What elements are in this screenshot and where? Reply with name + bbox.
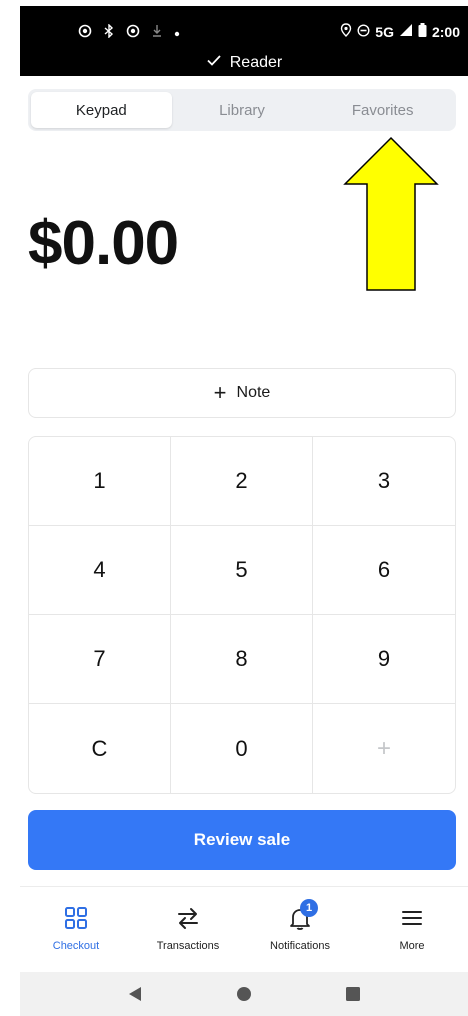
status-icons-left (78, 23, 180, 41)
status-icons-right: 5G 2:00 (340, 23, 460, 40)
bottom-nav: Checkout Transactions 1 Notifications Mo… (20, 886, 468, 970)
key-1[interactable]: 1 (29, 437, 171, 526)
nav-transactions[interactable]: Transactions (132, 887, 244, 970)
clock: 2:00 (431, 23, 460, 40)
add-note-button[interactable]: + Note (28, 368, 456, 418)
download-icon (152, 24, 162, 41)
hamburger-menu-icon (402, 911, 422, 925)
status-bar: 5G 2:00 Reader (20, 6, 468, 76)
notification-badge: 1 (300, 899, 318, 917)
battery-icon (418, 23, 427, 40)
nav-notifications-label: Notifications (270, 940, 330, 952)
key-2[interactable]: 2 (171, 437, 313, 526)
reader-label: Reader (229, 53, 283, 71)
annotation-arrow-icon (343, 136, 439, 291)
reader-status[interactable]: Reader (20, 52, 468, 73)
checkout-tabs: Keypad Library Favorites (28, 89, 456, 131)
key-add[interactable]: + (313, 704, 455, 793)
key-5[interactable]: 5 (171, 526, 313, 615)
tab-keypad[interactable]: Keypad (31, 92, 172, 128)
key-0[interactable]: 0 (171, 704, 313, 793)
system-nav-bar (20, 972, 468, 1016)
key-3[interactable]: 3 (313, 437, 455, 526)
tab-favorites[interactable]: Favorites (312, 92, 453, 128)
tab-library[interactable]: Library (172, 92, 313, 128)
keypad: 1 2 3 4 5 6 7 8 9 C 0 + (28, 436, 456, 794)
key-8[interactable]: 8 (171, 615, 313, 704)
sale-amount: $0.00 (28, 209, 179, 278)
nav-more-label: More (399, 940, 425, 952)
plus-icon: + (213, 380, 227, 405)
key-4[interactable]: 4 (29, 526, 171, 615)
recents-icon[interactable] (345, 986, 361, 1002)
key-6[interactable]: 6 (313, 526, 455, 615)
bluetooth-icon (104, 23, 114, 41)
key-7[interactable]: 7 (29, 615, 171, 704)
home-icon[interactable] (236, 986, 252, 1002)
cast-icon (78, 24, 92, 41)
key-9[interactable]: 9 (313, 615, 455, 704)
nav-notifications[interactable]: 1 Notifications (244, 887, 356, 970)
key-clear[interactable]: C (29, 704, 171, 793)
nav-more[interactable]: More (356, 887, 468, 970)
network-label: 5G (375, 23, 394, 40)
swap-arrows-icon (178, 908, 198, 929)
note-label: Note (236, 384, 271, 401)
dot-icon (174, 25, 180, 40)
checkmark-icon (206, 52, 222, 73)
nav-checkout-label: Checkout (52, 940, 100, 952)
nav-transactions-label: Transactions (156, 940, 220, 952)
back-icon[interactable] (127, 986, 143, 1002)
do-not-disturb-icon (357, 23, 370, 40)
review-sale-button[interactable]: Review sale (28, 810, 456, 870)
nfc-icon (126, 24, 140, 41)
nav-checkout[interactable]: Checkout (20, 887, 132, 970)
grid-icon (65, 907, 87, 929)
location-icon (340, 23, 352, 40)
signal-icon (399, 23, 413, 40)
